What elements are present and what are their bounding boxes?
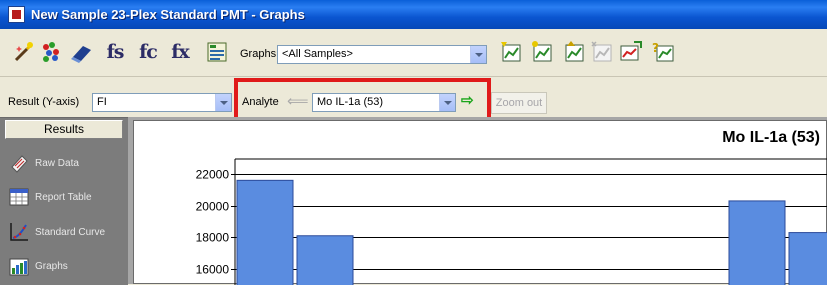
- report-table-icon: [9, 187, 29, 207]
- bar[interactable]: [728, 200, 786, 285]
- y-tick-label: 18000: [196, 231, 230, 245]
- zoom-out-button[interactable]: Zoom out: [491, 92, 547, 114]
- chart-panel: 16000 18000 20000 22000 Mo IL-1a (53): [133, 120, 827, 285]
- main-toolbar: fs fc fx Graphs <All Samples> ?: [0, 29, 827, 77]
- fx-icon[interactable]: fx: [168, 40, 192, 64]
- result-select[interactable]: FI: [92, 93, 232, 112]
- fc-icon[interactable]: fc: [136, 40, 160, 64]
- chart-export-icon[interactable]: [619, 40, 643, 64]
- y-tick-label: 22000: [196, 168, 230, 182]
- result-label: Result (Y-axis): [8, 96, 80, 108]
- sidebar-item-raw-data[interactable]: Raw Data: [9, 152, 79, 174]
- graphs-select-value: <All Samples>: [282, 48, 353, 60]
- chart-title: Mo IL-1a (53): [722, 129, 820, 146]
- table-grid-icon[interactable]: [205, 40, 229, 64]
- raw-data-icon: [9, 153, 29, 173]
- chart-1-icon[interactable]: [499, 40, 523, 64]
- fc-icon-text: fc: [139, 41, 158, 63]
- app-icon: [8, 6, 25, 23]
- sidebar-header[interactable]: Results: [5, 120, 123, 139]
- wand-icon[interactable]: [12, 40, 36, 64]
- fs-icon[interactable]: fs: [103, 40, 127, 64]
- fx-icon-text: fx: [171, 41, 189, 63]
- bar[interactable]: [788, 232, 827, 285]
- chart-help-icon[interactable]: ?: [651, 40, 675, 64]
- analyte-highlight-box: [234, 78, 491, 122]
- chart-3-icon[interactable]: [562, 40, 586, 64]
- sidebar-item-label: Graphs: [35, 260, 68, 272]
- bar[interactable]: [236, 179, 294, 285]
- standard-curve-icon: [9, 222, 29, 242]
- fs-icon-text: fs: [106, 41, 125, 63]
- graphs-select[interactable]: <All Samples>: [277, 45, 487, 64]
- chart-disabled-icon: [590, 40, 614, 64]
- graphs-label: Graphs: [240, 48, 277, 60]
- title-bar: New Sample 23-Plex Standard PMT - Graphs: [0, 0, 827, 29]
- result-dropdown-chevron-icon[interactable]: [215, 94, 231, 111]
- sidebar-item-label: Raw Data: [35, 157, 79, 169]
- scatter-dots-icon[interactable]: [40, 40, 64, 64]
- graphs-dropdown-chevron-icon[interactable]: [470, 46, 486, 63]
- bar[interactable]: [296, 235, 354, 285]
- sidebar-item-label: Standard Curve: [35, 226, 106, 238]
- eraser-icon[interactable]: [70, 40, 94, 64]
- graphs-icon: [9, 256, 29, 276]
- sidebar-item-standard-curve[interactable]: Standard Curve: [9, 221, 105, 243]
- sidebar-item-report-table[interactable]: Report Table: [9, 186, 92, 208]
- window-title: New Sample 23-Plex Standard PMT - Graphs: [31, 7, 305, 22]
- sidebar-item-graphs[interactable]: Graphs: [9, 255, 68, 277]
- svg-text:?: ?: [652, 41, 659, 55]
- result-select-value: FI: [97, 96, 107, 108]
- y-tick-label: 16000: [196, 263, 230, 277]
- chart-area: 16000 18000 20000 22000 Mo IL-1a (53): [128, 117, 827, 285]
- y-tick-label: 20000: [196, 200, 230, 214]
- results-sidebar: Results Raw Data Report Table Standard C…: [0, 117, 128, 285]
- sidebar-item-label: Report Table: [35, 191, 92, 203]
- chart-2-icon[interactable]: [530, 40, 554, 64]
